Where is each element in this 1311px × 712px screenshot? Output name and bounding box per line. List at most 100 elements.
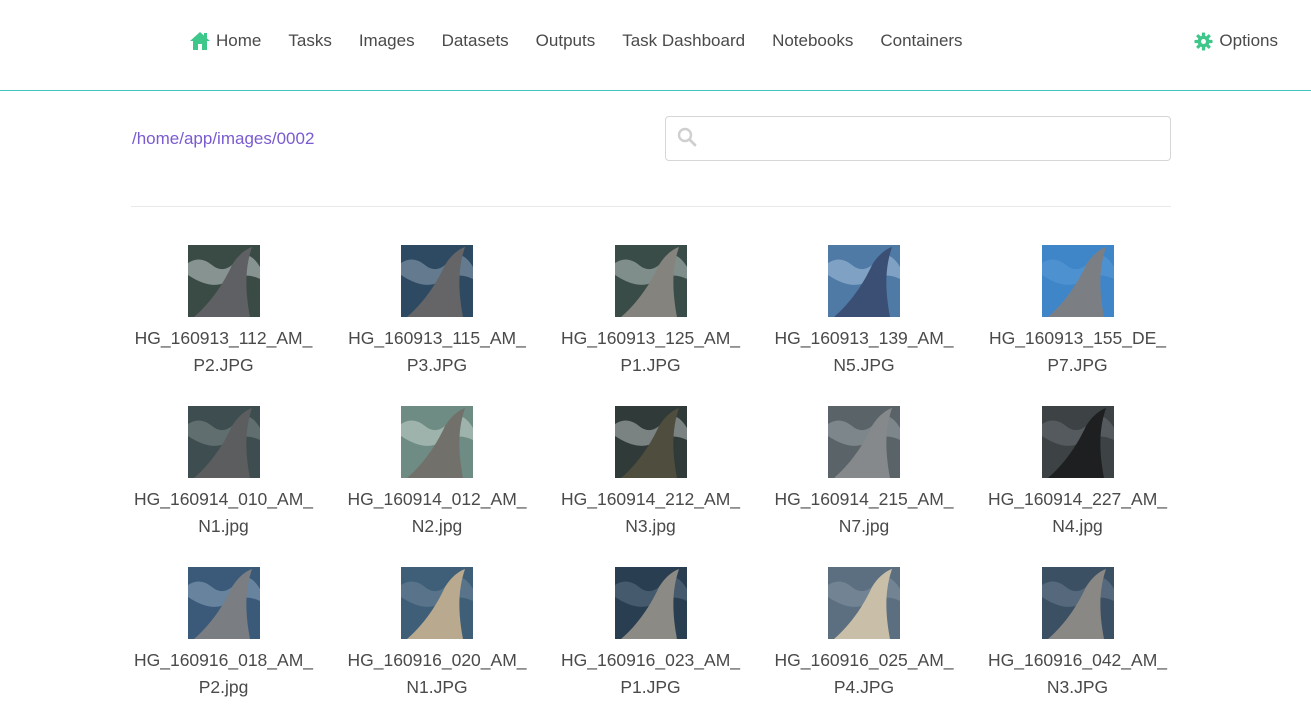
image-filename-line-1: HG_160916_042_AM_ (987, 650, 1168, 670)
image-tile[interactable]: HG_160913_139_AM_ N5.JPG (758, 245, 971, 379)
nav-item-label: Notebooks (772, 31, 854, 50)
image-filename-line-2: N3.JPG (1046, 677, 1109, 697)
image-thumbnail[interactable] (401, 567, 473, 639)
image-filename-line-1: HG_160916_025_AM_ (774, 650, 954, 670)
gear-icon (1194, 31, 1213, 51)
image-filename-line-2: N1.jpg (198, 516, 249, 536)
image-filename: HG_160916_023_AM_ P1.JPG (556, 647, 746, 701)
image-filename-line-2: P2.jpg (198, 677, 249, 697)
image-filename-line-1: HG_160913_112_AM_ (134, 328, 313, 348)
image-tile[interactable]: HG_160914_212_AM_ N3.jpg (544, 406, 757, 540)
nav-item-task-dashboard[interactable]: Task Dashboard (622, 31, 745, 51)
image-filename: HG_160916_018_AM_ P2.jpg (129, 647, 319, 701)
image-tile[interactable]: HG_160913_155_DE_ P7.JPG (971, 245, 1184, 379)
image-filename-line-1: HG_160914_215_AM_ (774, 489, 954, 509)
image-thumbnail[interactable] (401, 406, 473, 478)
image-thumbnail[interactable] (614, 245, 687, 317)
nav-item-outputs[interactable]: Outputs (536, 31, 596, 51)
image-tile[interactable]: HG_160913_115_AM_ P3.JPG (331, 245, 544, 379)
image-filename-line-2: N2.jpg (411, 516, 463, 536)
image-filename: HG_160913_125_AM_ P1.JPG (556, 325, 746, 379)
image-tile[interactable]: HG_160914_012_AM_ N2.jpg (331, 406, 544, 540)
image-filename: HG_160916_020_AM_ N1.JPG (342, 647, 532, 701)
image-thumbnail[interactable] (401, 245, 473, 317)
image-tile[interactable]: HG_160914_215_AM_ N7.jpg (758, 406, 971, 540)
image-filename-line-2: P1.JPG (620, 677, 681, 697)
image-thumbnail[interactable] (614, 567, 687, 639)
image-filename: HG_160913_115_AM_ P3.JPG (342, 325, 532, 379)
nav-item-images[interactable]: Images (359, 31, 415, 51)
image-tile[interactable]: HG_160916_025_AM_ P4.JPG (758, 567, 971, 701)
nav-item-label: Task Dashboard (622, 31, 746, 50)
image-filename-line-1: HG_160913_125_AM_ (560, 328, 741, 348)
image-filename-line-2: N5.JPG (833, 355, 895, 375)
image-filename: HG_160914_010_AM_ N1.jpg (129, 486, 319, 540)
home-icon (189, 31, 211, 51)
divider (131, 206, 1171, 207)
top-navbar: Home Tasks Images Datasets Outputs Task … (0, 0, 1311, 91)
image-filename-line-2: N1.JPG (406, 677, 468, 697)
image-tile[interactable]: HG_160913_125_AM_ P1.JPG (544, 245, 757, 379)
image-filename: HG_160914_212_AM_ N3.jpg (556, 486, 746, 540)
image-filename-line-2: P2.JPG (193, 355, 254, 375)
image-filename-line-1: HG_160913_139_AM_ (774, 328, 954, 348)
image-thumbnail[interactable] (828, 406, 900, 478)
nav-item-label: Tasks (288, 31, 332, 50)
image-filename: HG_160916_042_AM_ N3.JPG (983, 647, 1173, 701)
nav-menu: Home Tasks Images Datasets Outputs Task … (189, 31, 990, 51)
image-filename-line-1: HG_160913_155_DE_ (988, 328, 1167, 348)
image-thumbnail[interactable] (614, 406, 687, 478)
image-tile[interactable]: HG_160916_018_AM_ P2.jpg (117, 567, 330, 701)
image-thumbnail[interactable] (187, 406, 260, 478)
nav-item-label: Datasets (441, 31, 509, 50)
image-thumbnail[interactable] (828, 567, 900, 639)
image-filename-line-1: HG_160916_020_AM_ (347, 650, 527, 670)
image-tile[interactable]: HG_160916_023_AM_ P1.JPG (544, 567, 757, 701)
image-filename: HG_160916_025_AM_ P4.JPG (769, 647, 959, 701)
nav-item-containers[interactable]: Containers (880, 31, 962, 51)
image-filename: HG_160913_112_AM_ P2.JPG (129, 325, 319, 379)
image-tile[interactable]: HG_160914_010_AM_ N1.jpg (117, 406, 330, 540)
image-tile[interactable]: HG_160916_020_AM_ N1.JPG (331, 567, 544, 701)
image-filename-line-2: N4.jpg (1052, 516, 1103, 536)
nav-item-notebooks[interactable]: Notebooks (772, 31, 853, 51)
image-filename: HG_160914_215_AM_ N7.jpg (769, 486, 959, 540)
image-filename-line-2: P4.JPG (833, 677, 895, 697)
image-filename: HG_160914_227_AM_ N4.jpg (983, 486, 1173, 540)
image-thumbnail[interactable] (187, 567, 260, 639)
image-thumbnail[interactable] (828, 245, 900, 317)
image-filename-line-2: P7.JPG (1047, 355, 1108, 375)
image-filename-line-2: P1.JPG (620, 355, 681, 375)
image-filename-line-2: N7.jpg (838, 516, 890, 536)
image-filename: HG_160913_155_DE_ P7.JPG (983, 325, 1173, 379)
image-filename: HG_160913_139_AM_ N5.JPG (769, 325, 959, 379)
nav-item-label: Home (216, 31, 262, 50)
image-thumbnail[interactable] (1041, 567, 1114, 639)
image-tile[interactable]: HG_160916_042_AM_ N3.JPG (971, 567, 1184, 701)
image-filename-line-1: HG_160913_115_AM_ (348, 328, 526, 348)
nav-item-label: Images (358, 31, 415, 50)
image-filename-line-1: HG_160914_227_AM_ (987, 489, 1168, 509)
image-filename-line-1: HG_160914_012_AM_ (347, 489, 527, 509)
search-box[interactable] (665, 116, 1171, 161)
breadcrumb-path[interactable]: /home/app/images/0002 (132, 129, 314, 149)
image-thumbnail[interactable] (1041, 406, 1114, 478)
search-icon (677, 127, 697, 147)
image-thumbnail[interactable] (1041, 245, 1114, 317)
image-tile[interactable]: HG_160913_112_AM_ P2.JPG (117, 245, 330, 379)
image-filename-line-1: HG_160914_212_AM_ (560, 489, 741, 509)
image-filename-line-1: HG_160914_010_AM_ (133, 489, 314, 509)
nav-item-label: Outputs (535, 31, 596, 50)
image-filename-line-2: P3.JPG (406, 355, 468, 375)
image-filename-line-1: HG_160916_023_AM_ (560, 650, 741, 670)
image-filename: HG_160914_012_AM_ N2.jpg (342, 486, 532, 540)
options-label: Options (1219, 31, 1278, 50)
image-thumbnail[interactable] (187, 245, 260, 317)
nav-item-label: Containers (880, 31, 963, 50)
options-menu[interactable]: Options (1194, 31, 1278, 51)
nav-item-datasets[interactable]: Datasets (442, 31, 509, 51)
search-input[interactable] (706, 119, 1165, 158)
image-tile[interactable]: HG_160914_227_AM_ N4.jpg (971, 406, 1184, 540)
nav-item-tasks[interactable]: Tasks (288, 31, 331, 51)
nav-item-home[interactable]: Home (189, 31, 261, 51)
